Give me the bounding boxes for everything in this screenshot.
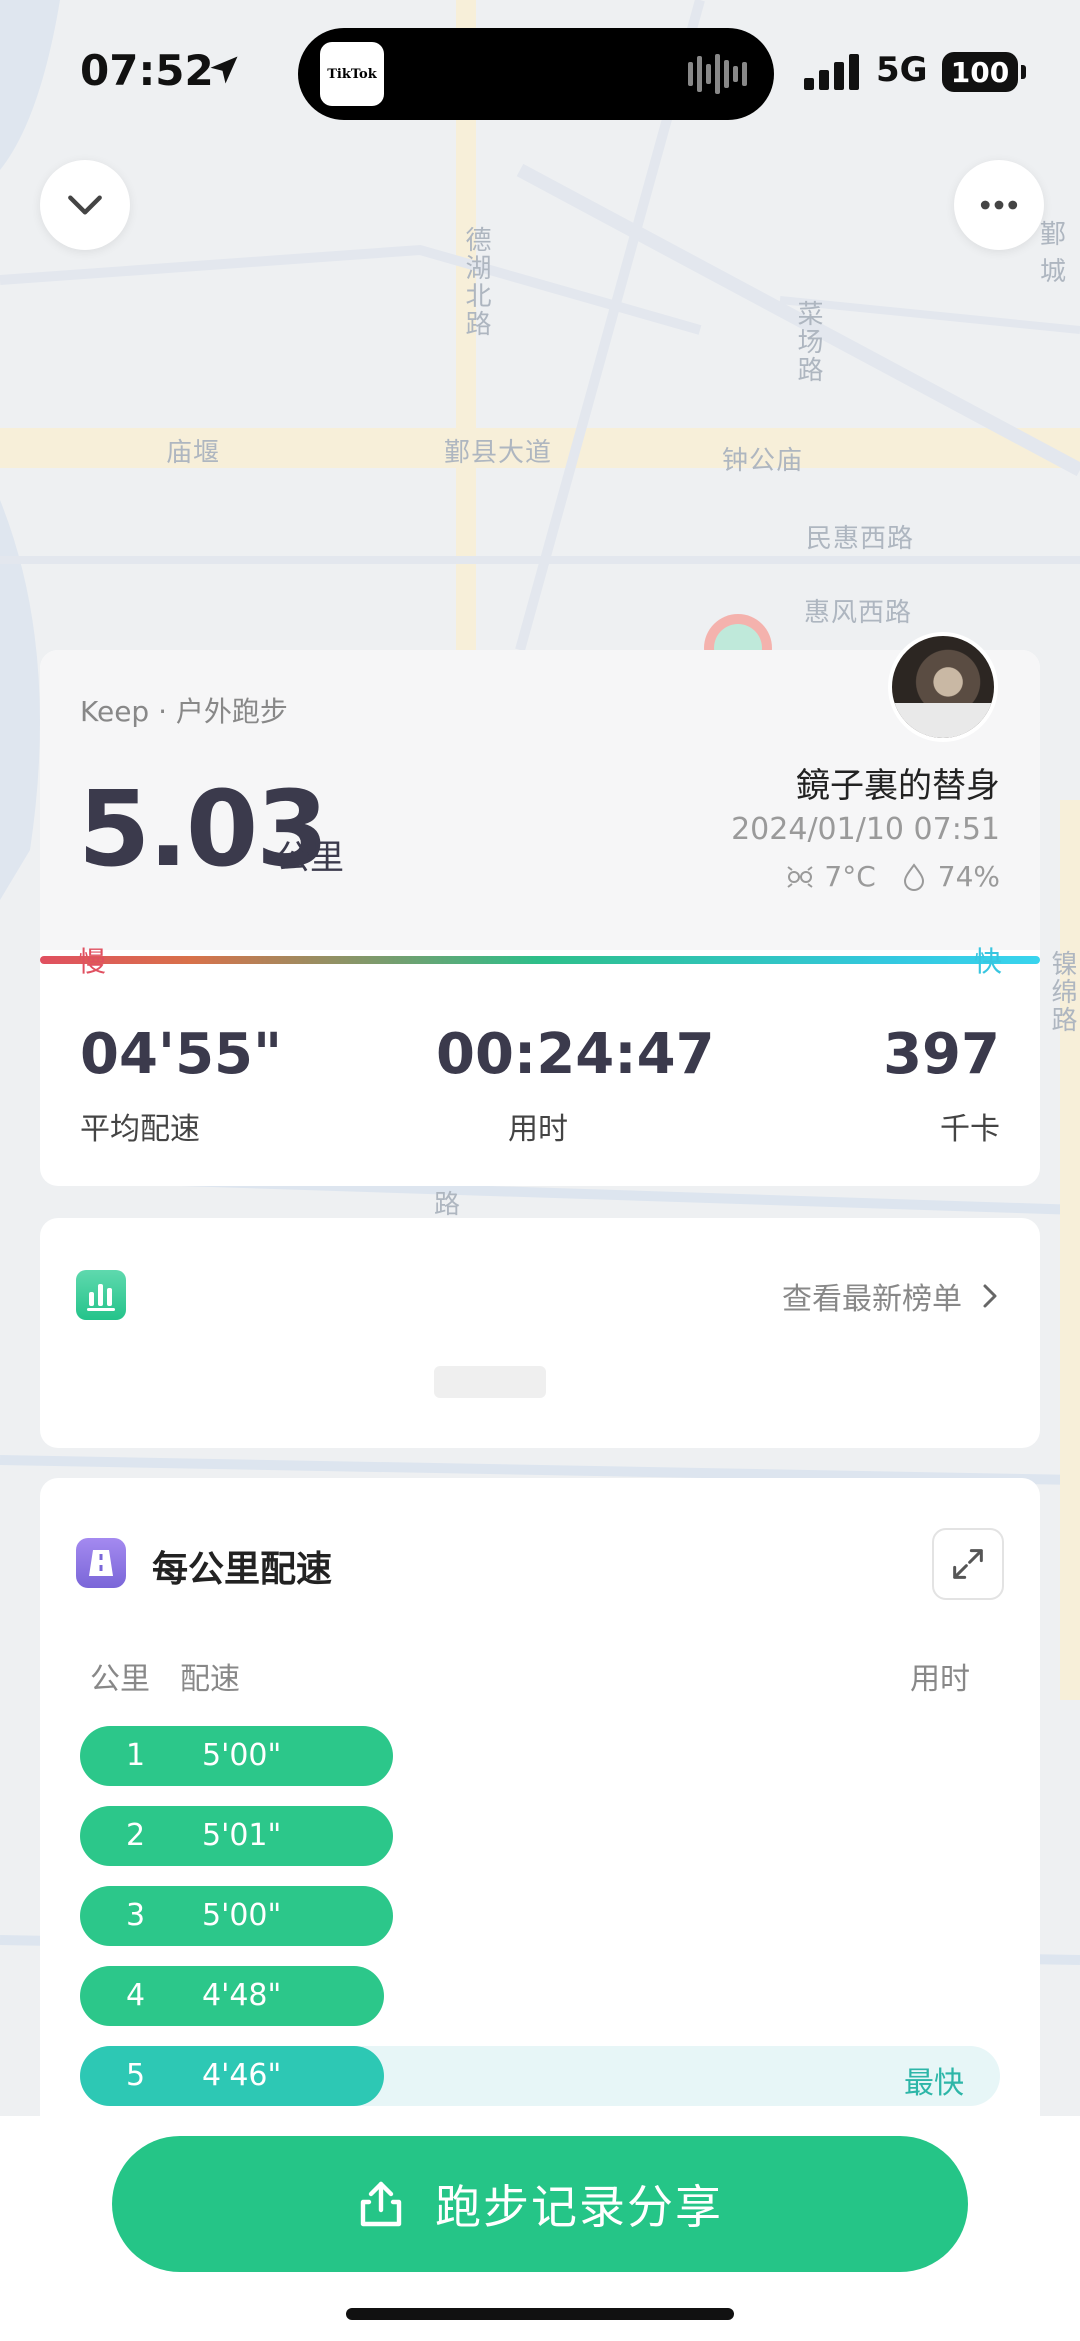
chevron-right-icon [983, 1284, 997, 1308]
network-type: 5G [876, 50, 928, 90]
activity-source: Keep · 户外跑步 [80, 695, 288, 728]
humidity-drop-icon [903, 862, 924, 891]
column-km: 公里 [90, 1662, 150, 1697]
temperature: 7°C [824, 860, 876, 893]
split-row: 4 4'48" [80, 1966, 1000, 2026]
split-pace: 4'46" [202, 2058, 282, 2093]
battery-level: 100 [950, 55, 1010, 89]
splits-title: 每公里配速 [152, 1549, 333, 1590]
calories-value: 397 [883, 1022, 1000, 1087]
split-row: 2 5'01" [80, 1806, 1000, 1866]
split-row: 1 5'00" [80, 1726, 1000, 1786]
humidity: 74% [937, 860, 1000, 893]
tiktok-app-icon: TikTok [320, 42, 384, 106]
run-summary-card: Keep · 户外跑步 5.03 公里 鏡子裏的替身 2024/01/10 07… [40, 632, 1040, 1186]
status-bar: 07:52 TikTok 5G 100 [0, 0, 1080, 150]
share-run-button[interactable]: 跑步记录分享 [112, 2136, 968, 2272]
duration-label: 用时 [508, 1112, 568, 1147]
view-leaderboard-link[interactable]: 查看最新榜单 [782, 1274, 1000, 1318]
collapse-button[interactable] [40, 160, 130, 250]
avatar[interactable] [888, 632, 998, 742]
split-km: 5 [126, 2058, 146, 2093]
status-time: 07:52 [80, 46, 214, 95]
pace-fast-label: 快 [973, 945, 1002, 978]
ranking-chart-icon [76, 1270, 126, 1320]
haze-icon [787, 865, 813, 888]
username: 鏡子裏的替身 [796, 766, 1000, 806]
splits-card: 每公里配速 公里 配速 用时 1 5'00" 2 5'01" 3 5'00" 4 4'48" 5… [40, 1478, 1040, 2178]
more-dots-icon [980, 200, 1018, 210]
share-icon [360, 2181, 402, 2227]
split-pace-bar: 3 5'00" [80, 1886, 393, 1946]
leaderboard-placeholder [434, 1366, 546, 1398]
expand-icon [953, 1549, 983, 1579]
split-km: 2 [126, 1818, 146, 1853]
bottom-bar: 跑步记录分享 [0, 2116, 1080, 2341]
map-label: 德湖北路 [461, 226, 491, 338]
weather-info: 7°C 74% [784, 860, 1000, 893]
view-leaderboard-label: 查看最新榜单 [782, 1282, 962, 1317]
column-pace: 配速 [180, 1662, 240, 1697]
pace-slow-label: 慢 [78, 945, 107, 978]
split-pace: 5'00" [202, 1738, 282, 1773]
fastest-tag: 最快 [904, 2066, 964, 2101]
split-pace-bar: 1 5'00" [80, 1726, 393, 1786]
pace-gradient-bar [40, 956, 1040, 964]
expand-button[interactable] [932, 1528, 1004, 1600]
cellular-signal-icon [804, 54, 859, 90]
map-label: 鄞县大道 [444, 438, 553, 468]
split-pace: 5'00" [202, 1898, 282, 1933]
split-pace-bar: 2 5'01" [80, 1806, 393, 1866]
split-km: 1 [126, 1738, 146, 1773]
dynamic-island[interactable]: TikTok [298, 28, 774, 120]
battery-icon: 100 [942, 52, 1026, 92]
split-pace-bar: 5 4'46" [80, 2046, 384, 2106]
map-label: 钟公庙 [722, 446, 804, 476]
run-datetime: 2024/01/10 07:51 [731, 812, 1000, 847]
avg-pace-value: 04'55" [80, 1022, 283, 1087]
distance-unit: 公里 [276, 838, 344, 878]
map-label: 惠风西路 [804, 598, 913, 628]
chevron-down-icon [68, 195, 102, 215]
split-km: 4 [126, 1978, 146, 2013]
split-row: 3 5'00" [80, 1886, 1000, 1946]
column-time: 用时 [910, 1662, 970, 1697]
map-label: 路 [434, 1190, 462, 1220]
ranking-card[interactable]: 查看最新榜单 [40, 1218, 1040, 1448]
home-indicator[interactable] [346, 2308, 734, 2320]
split-pace-bar: 4 4'48" [80, 1966, 384, 2026]
map-label: 庙堰 [166, 438, 221, 468]
duration-value: 00:24:47 [436, 1022, 715, 1087]
share-run-label: 跑步记录分享 [435, 2180, 723, 2234]
split-pace: 4'48" [202, 1978, 282, 2013]
location-arrow-icon [210, 56, 238, 84]
split-pace: 5'01" [202, 1818, 282, 1853]
more-button[interactable] [954, 160, 1044, 250]
calories-label: 千卡 [940, 1112, 1000, 1147]
map-label: 菜场路 [793, 300, 823, 384]
map-label: 镍绵路 [1047, 950, 1077, 1034]
splits-road-icon [76, 1538, 126, 1588]
map-label: 民惠西路 [806, 524, 915, 554]
avg-pace-label: 平均配速 [80, 1112, 200, 1147]
audio-wave-icon [688, 54, 747, 94]
split-row: 5 4'46" 最快 [80, 2046, 1000, 2106]
split-km: 3 [126, 1898, 146, 1933]
map-label: 鄞城 [1040, 220, 1068, 287]
